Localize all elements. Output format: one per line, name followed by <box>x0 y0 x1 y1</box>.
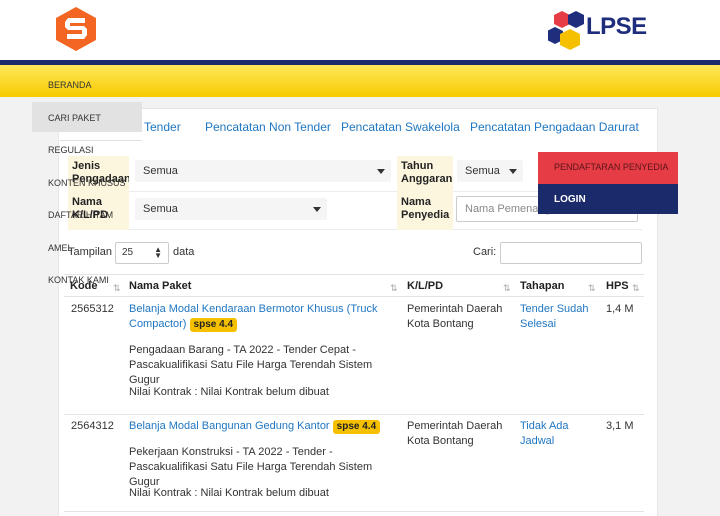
row-1-klpd-line-2: Kota Bontang <box>407 318 474 330</box>
login-button[interactable]: LOGIN <box>538 184 678 214</box>
table-top-border <box>64 274 644 275</box>
row-1-klpd-line-1: Pemerintah Daerah <box>407 303 503 315</box>
nav-item-regulasi[interactable]: REGULASI <box>48 145 94 155</box>
row-2-tahapan-line-1: Tidak Ada <box>520 420 569 432</box>
sort-icon[interactable]: ⇅ <box>632 283 640 294</box>
tab-tender[interactable]: Tender <box>144 120 181 134</box>
show-entries-label: Tampilan <box>68 246 113 258</box>
row-1-desc-line-1: Pengadaan Barang - TA 2022 - Tender Cepa… <box>129 344 356 356</box>
sort-icon[interactable]: ⇅ <box>588 283 596 294</box>
row-2-desc-line-2: Pascakualifikasi Satu File Harga Terenda… <box>129 461 373 488</box>
row-2-nama-paket: Belanja Modal Bangunan Gedung Kantor sps… <box>129 419 404 434</box>
col-header-tahapan[interactable]: Tahapan <box>520 280 564 292</box>
row-2-title-link[interactable]: Belanja Modal Bangunan Gedung Kantor <box>129 420 330 432</box>
top-header: LPSE <box>0 0 720 60</box>
jenis-pengadaan-value: Semua <box>143 165 178 177</box>
row-1-kode: 2565312 <box>71 303 114 315</box>
sort-icon[interactable]: ⇅ <box>503 283 511 294</box>
row-1-title-line-1: Belanja Modal Kendaraan Bermotor Khusus … <box>129 303 378 315</box>
search-label: Cari: <box>473 246 497 258</box>
nav-bar <box>0 65 720 97</box>
row-1-nilai-kontrak: Nilai Kontrak : Nilai Kontrak belum dibu… <box>129 386 329 398</box>
row-divider <box>64 414 644 415</box>
row-divider <box>64 511 644 512</box>
login-label: LOGIN <box>554 194 586 205</box>
nav-item-kontak-kami[interactable]: KONTAK KAMI <box>48 275 109 285</box>
s-cube-logo-icon[interactable] <box>55 6 97 52</box>
row-1-klpd: Pemerintah Daerah Kota Bontang <box>407 302 502 332</box>
row-2-klpd-line-1: Pemerintah Daerah <box>407 420 503 432</box>
nama-klpd-value: Semua <box>143 203 178 215</box>
chevron-down-icon <box>509 169 517 174</box>
sort-icon[interactable]: ⇅ <box>390 283 398 294</box>
nama-penyedia-label: Nama Penyedia <box>397 192 453 230</box>
page-size-value: 25 <box>122 247 134 258</box>
col-header-klpd[interactable]: K/L/PD <box>407 280 443 292</box>
tab-pencatatan-swakelola[interactable]: Pencatatan Swakelola <box>341 120 460 134</box>
register-provider-label: PENDAFTARAN PENYEDIA <box>554 162 669 172</box>
nama-klpd-select[interactable]: Semua <box>135 198 327 220</box>
tab-pencatatan-pengadaan-darurat[interactable]: Pencatatan Pengadaan Darurat <box>470 120 639 134</box>
row-2-tahapan-link[interactable]: Tidak Ada Jadwal <box>520 419 569 449</box>
updown-arrow-icon: ▲ ▼ <box>154 245 162 260</box>
row-2-kode: 2564312 <box>71 420 114 432</box>
row-1-tahapan-line-2: Selesai <box>520 318 557 330</box>
tahun-anggaran-label: Tahun Anggaran <box>397 156 453 192</box>
page-size-select[interactable]: 25 ▲ ▼ <box>115 242 169 264</box>
search-input[interactable] <box>500 242 642 264</box>
tahun-anggaran-value: Semua <box>465 165 500 177</box>
row-1-nama-paket: Belanja Modal Kendaraan Bermotor Khusus … <box>129 302 401 332</box>
jenis-pengadaan-select[interactable]: Semua <box>135 160 391 182</box>
row-1-title-link[interactable]: Belanja Modal Kendaraan Bermotor Khusus … <box>129 303 377 330</box>
row-2-tahapan-line-2: Jadwal <box>520 435 555 447</box>
chevron-down-icon <box>313 207 321 212</box>
tahun-anggaran-select[interactable]: Semua <box>457 160 523 182</box>
row-2-desc-line-1: Pekerjaan Konstruksi - TA 2022 - Tender … <box>129 446 333 458</box>
data-label: data <box>173 246 195 258</box>
col-header-hps[interactable]: HPS <box>606 280 629 292</box>
nav-item-cari-paket[interactable]: CARI PAKET <box>48 113 101 123</box>
row-1-tahapan-link[interactable]: Tender Sudah Selesai <box>520 302 589 332</box>
row-2-nilai-kontrak: Nilai Kontrak : Nilai Kontrak belum dibu… <box>129 487 329 499</box>
row-1-desc-line-2: Pascakualifikasi Satu File Harga Terenda… <box>129 359 373 386</box>
row-1-tahapan-line-1: Tender Sudah <box>520 303 589 315</box>
tab-pencatatan-non-tender[interactable]: Pencatatan Non Tender <box>205 120 331 134</box>
lpse-logo-text: LPSE <box>586 13 647 40</box>
row-1-title-line-2: Compactor) <box>129 318 187 330</box>
register-provider-button[interactable]: PENDAFTARAN PENYEDIA <box>538 152 678 184</box>
row-1-hps: 1,4 M <box>606 303 634 315</box>
nav-item-amel[interactable]: AMEL <box>48 243 73 253</box>
sort-icon[interactable]: ⇅ <box>113 283 121 294</box>
version-badge: spse 4.4 <box>189 318 238 332</box>
col-header-nama-paket[interactable]: Nama Paket <box>129 280 191 292</box>
nav-item-konten-khusus[interactable]: KONTEN KHUSUS <box>48 178 126 188</box>
row-2-klpd-line-2: Kota Bontang <box>407 435 474 447</box>
version-badge: spse 4.4 <box>332 420 381 434</box>
tab-divider <box>60 140 142 141</box>
row-2-description: Pekerjaan Konstruksi - TA 2022 - Tender … <box>129 445 401 490</box>
row-2-klpd: Pemerintah Daerah Kota Bontang <box>407 419 502 449</box>
row-2-hps: 3,1 M <box>606 420 634 432</box>
chevron-down-icon <box>377 169 385 174</box>
table-header-border <box>64 296 644 297</box>
nav-item-beranda[interactable]: BERANDA <box>48 80 92 90</box>
nav-item-daftar-hitam[interactable]: DAFTAR HITAM <box>48 210 113 220</box>
row-1-description: Pengadaan Barang - TA 2022 - Tender Cepa… <box>129 343 401 388</box>
